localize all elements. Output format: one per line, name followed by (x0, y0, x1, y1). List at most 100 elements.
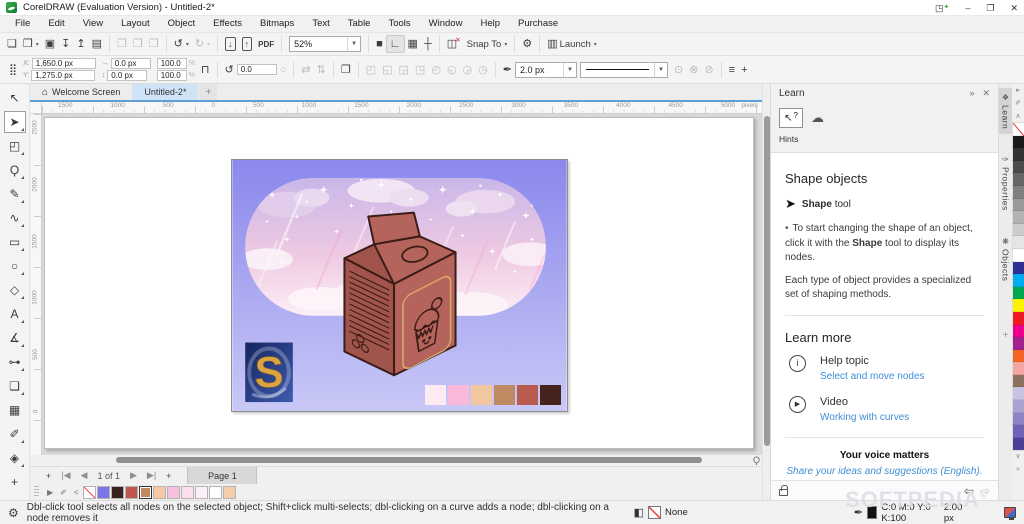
horizontal-scrollbar-thumb[interactable] (116, 457, 702, 463)
color-swatch[interactable] (97, 486, 110, 499)
save-button[interactable]: ▣ (42, 36, 58, 52)
select-all-nodes-icon[interactable]: ⣿ (6, 63, 20, 76)
menu-purchase[interactable]: Purchase (509, 16, 567, 32)
color-swatch[interactable] (1013, 413, 1024, 426)
color-swatch[interactable] (125, 486, 138, 499)
publish-pdf-button[interactable]: PDF (255, 38, 277, 51)
color-swatch[interactable] (1013, 211, 1024, 224)
outline-status[interactable]: ✒ C:0 M:0 Y:0 K:100 2.00 px (854, 502, 968, 524)
snap-off-button[interactable]: ◫✕ (444, 36, 464, 52)
zoom-level-combo[interactable]: 52% ▼ (289, 36, 361, 52)
import-button[interactable]: ↓ (222, 35, 239, 53)
menu-window[interactable]: Window (420, 16, 472, 32)
color-swatch[interactable] (1013, 287, 1024, 300)
scale-x-field[interactable] (157, 58, 187, 69)
video-link[interactable]: Working with curves (820, 412, 909, 423)
color-swatch[interactable] (1013, 312, 1024, 325)
capture-icon[interactable]: ◳✦ (935, 3, 949, 13)
voice-link[interactable]: Share your ideas and suggestions (Englis… (786, 466, 982, 477)
import-cloud-button[interactable]: ↧ (58, 36, 73, 52)
ruler-origin[interactable] (30, 102, 42, 114)
print-button[interactable]: ▤ (89, 36, 105, 52)
fill-status[interactable]: ◧ None (634, 506, 688, 519)
palette-flyout-icon[interactable]: ▸ (1016, 84, 1020, 97)
back-arrow-icon[interactable]: ⇦ (964, 484, 974, 498)
interactive-fill-tool[interactable]: ◈ (4, 447, 26, 469)
docker-tab-learn[interactable]: ❖Learn (999, 88, 1012, 134)
parallel-dimension-tool[interactable]: ∡ (4, 327, 26, 349)
zoom-tool[interactable]: Ϙ (4, 159, 26, 181)
add-property[interactable]: + (738, 62, 750, 78)
object-height-field[interactable] (107, 70, 147, 81)
menu-object[interactable]: Object (159, 16, 204, 32)
color-swatch[interactable] (1013, 299, 1024, 312)
crop-tool[interactable]: ◰ (4, 135, 26, 157)
launch-button[interactable]: ▥ Launch▾ (544, 36, 600, 52)
undo-button[interactable]: ↺▾ (171, 36, 192, 52)
color-swatch[interactable] (1013, 325, 1024, 338)
open-button[interactable]: ❐▾ (20, 36, 42, 52)
color-swatch[interactable] (1013, 148, 1024, 161)
ellipse-tool[interactable]: ○ (4, 255, 26, 277)
document-page[interactable]: S (44, 117, 754, 449)
export-cloud-button[interactable]: ↥ (73, 36, 88, 52)
drop-shadow-tool[interactable]: ❏ (4, 375, 26, 397)
color-swatch[interactable] (1013, 337, 1024, 350)
color-swatch[interactable] (1013, 375, 1024, 388)
palette-expand-icon[interactable]: » (1016, 463, 1020, 476)
drawing-canvas[interactable]: S (42, 114, 762, 455)
color-swatch[interactable] (1013, 262, 1024, 275)
color-swatch[interactable] (83, 486, 96, 499)
color-swatch[interactable] (1013, 249, 1024, 262)
connector-tool[interactable]: ⊶ (4, 351, 26, 373)
snap-to-button[interactable]: Snap To▾ (464, 37, 511, 52)
tab-welcome-screen[interactable]: ⌂ Welcome Screen (30, 84, 132, 100)
palette-drag-handle[interactable] (34, 486, 39, 498)
color-swatch[interactable] (1013, 274, 1024, 287)
polygon-tool[interactable]: ◇ (4, 279, 26, 301)
lock-icon[interactable] (779, 489, 788, 496)
minimize-button[interactable]: – (965, 3, 970, 13)
export-button[interactable]: ↑ (239, 35, 256, 53)
text-tool[interactable]: A (4, 303, 26, 325)
add-page-button[interactable]: + (42, 471, 55, 481)
color-swatch[interactable] (1013, 224, 1024, 237)
outline-width-combo[interactable]: 2.0 px▼ (515, 62, 577, 78)
close-button[interactable]: ✕ (1010, 3, 1018, 13)
hints-mode-button[interactable]: ↖? (779, 108, 803, 128)
vertical-ruler[interactable]: 25002000150010005000 (30, 114, 42, 455)
freehand-tool[interactable]: ✎ (4, 183, 26, 205)
status-gear-icon[interactable]: ⚙ (8, 506, 19, 520)
next-page-button[interactable]: ▶ (126, 470, 141, 481)
eyedropper-tool[interactable]: ✐ (4, 423, 26, 445)
transparency-tool[interactable]: ▦ (4, 399, 26, 421)
align-nodes[interactable]: ≡ (726, 62, 738, 78)
color-swatch[interactable] (1013, 400, 1024, 413)
vertical-scrollbar[interactable] (762, 84, 770, 500)
menu-tools[interactable]: Tools (379, 16, 419, 32)
color-swatch[interactable] (1013, 362, 1024, 375)
last-page-button[interactable]: ▶| (143, 470, 160, 481)
add-tools[interactable]: + (4, 471, 26, 493)
color-swatch[interactable] (153, 486, 166, 499)
previous-page-button[interactable]: ◀ (77, 470, 92, 481)
color-swatch[interactable] (1013, 186, 1024, 199)
menu-edit[interactable]: Edit (39, 16, 73, 32)
palette-scroll-up-icon[interactable]: ∧ (1015, 110, 1020, 123)
artwork-milk-carton-illustration[interactable]: S (231, 159, 568, 412)
options-button[interactable]: ⚙ (519, 36, 535, 52)
restore-button[interactable]: ❐ (986, 3, 994, 13)
shape-tool[interactable]: ➤ (4, 111, 26, 133)
first-page-button[interactable]: |◀ (57, 470, 74, 481)
angle-field[interactable] (237, 64, 277, 75)
color-swatch[interactable] (1013, 136, 1024, 149)
menu-text[interactable]: Text (303, 16, 338, 32)
help-topic-link[interactable]: Select and move nodes (820, 371, 925, 382)
tab-untitled-2[interactable]: Untitled-2* (132, 84, 198, 100)
show-grid-button[interactable]: ▦ (405, 36, 421, 52)
page-1-tab[interactable]: Page 1 (187, 467, 257, 485)
color-proof-monitor-icon[interactable] (1004, 507, 1016, 518)
color-swatch[interactable] (139, 486, 152, 499)
color-swatch[interactable] (1013, 199, 1024, 212)
color-swatch[interactable] (1013, 161, 1024, 174)
